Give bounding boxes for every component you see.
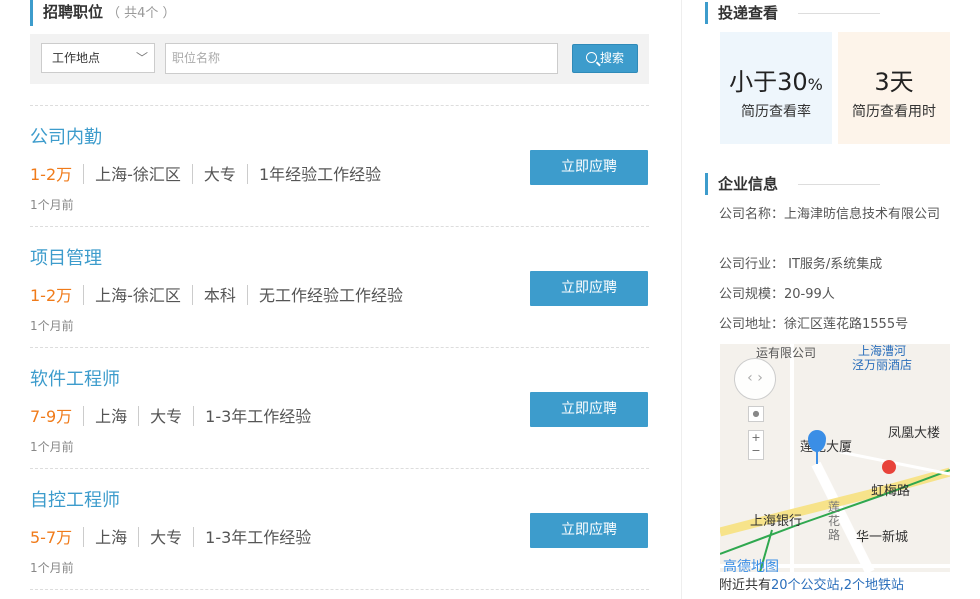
- job-count: （ 共4个 ）: [107, 6, 176, 21]
- job-location: 上海: [95, 407, 128, 426]
- job-education: 大专: [150, 407, 183, 426]
- apply-button[interactable]: 立即应聘: [530, 271, 648, 306]
- job-posted-time: 1个月前: [30, 561, 74, 575]
- map-label-company: 运有限公司: [756, 346, 817, 360]
- view-time-card: 3天 简历查看用时: [838, 32, 950, 144]
- map-label-hongmei: 虹梅路: [871, 484, 911, 499]
- zoom-control[interactable]: + −: [748, 430, 764, 460]
- apply-button[interactable]: 立即应聘: [530, 513, 648, 548]
- map-label-bank: 上海银行: [750, 514, 803, 529]
- job-title[interactable]: 项目管理: [30, 244, 102, 270]
- jobs-panel: 招聘职位（ 共4个 ） 工作地点 ﹀ 职位名称 搜索 公司内勤 1-2万 上海-徐…: [30, 0, 649, 590]
- view-rate-label: 简历查看率: [741, 104, 811, 120]
- job-education: 本科: [203, 286, 236, 305]
- apply-button[interactable]: 立即应聘: [530, 392, 648, 427]
- location-map[interactable]: ‹ › ● + − 运有限公司 上海漕河 泾万丽酒店 莲花大厦 凤凰大楼 虹梅路 …: [720, 344, 950, 572]
- map-label-road: 莲 花 路: [828, 500, 841, 542]
- nearby-transit: 附近共有20个公交站,2个地铁站: [719, 574, 904, 593]
- view-rate-value: 小于30%: [720, 62, 832, 97]
- job-item: 软件工程师 7-9万 上海 大专 1-3年工作经验 1个月前 立即应聘: [30, 348, 649, 469]
- job-experience: 无工作经验工作经验: [258, 286, 403, 305]
- job-education: 大专: [203, 165, 236, 184]
- chevron-down-icon: ﹀: [135, 51, 148, 65]
- job-title[interactable]: 软件工程师: [30, 365, 120, 391]
- job-salary: 7-9万: [30, 407, 73, 426]
- job-salary: 1-2万: [30, 286, 73, 305]
- map-marker-stem: [816, 450, 818, 464]
- job-item: 公司内勤 1-2万 上海-徐汇区 大专 1年经验工作经验 1个月前 立即应聘: [30, 106, 649, 227]
- map-label-fenghuang: 凤凰大楼: [888, 426, 941, 441]
- job-meta: 7-9万 上海 大专 1-3年工作经验: [30, 403, 311, 427]
- metro-station-icon: [882, 460, 896, 474]
- section-title-text: 招聘职位: [43, 3, 104, 21]
- column-divider: [681, 0, 682, 599]
- view-time-value: 3天: [874, 68, 914, 96]
- job-location: 上海: [95, 528, 128, 547]
- search-button[interactable]: 搜索: [572, 44, 638, 73]
- job-experience: 1-3年工作经验: [205, 407, 312, 426]
- view-rate-number: 小于30: [729, 68, 808, 96]
- location-select-value: 工作地点: [52, 51, 101, 65]
- job-meta: 1-2万 上海-徐汇区 本科 无工作经验工作经验: [30, 282, 403, 306]
- job-education: 大专: [150, 528, 183, 547]
- job-experience: 1年经验工作经验: [258, 165, 382, 184]
- locate-icon[interactable]: ●: [748, 406, 764, 422]
- position-search-input[interactable]: 职位名称: [165, 43, 558, 74]
- delivery-title-text: 投递查看: [718, 4, 779, 22]
- job-posted-time: 1个月前: [30, 319, 74, 333]
- apply-button[interactable]: 立即应聘: [530, 150, 648, 185]
- job-title[interactable]: 公司内勤: [30, 123, 102, 149]
- job-location: 上海-徐汇区: [95, 286, 181, 305]
- search-button-label: 搜索: [599, 51, 624, 65]
- map-logo: 高德地图: [723, 559, 779, 572]
- job-salary: 5-7万: [30, 528, 73, 547]
- job-experience: 1-3年工作经验: [205, 528, 312, 547]
- company-address: 公司地址：徐汇区莲花路1555号: [719, 317, 909, 332]
- job-location: 上海-徐汇区: [95, 165, 181, 184]
- job-list: 公司内勤 1-2万 上海-徐汇区 大专 1年经验工作经验 1个月前 立即应聘 项目管理…: [30, 105, 649, 590]
- job-item: 自控工程师 5-7万 上海 大专 1-3年工作经验 1个月前 立即应聘: [30, 469, 649, 590]
- view-time-label: 简历查看用时: [852, 104, 936, 120]
- job-title[interactable]: 自控工程师: [30, 486, 120, 512]
- nearby-metro[interactable]: 2个地铁站: [844, 578, 904, 593]
- job-item: 项目管理 1-2万 上海-徐汇区 本科 无工作经验工作经验 1个月前 立即应聘: [30, 227, 649, 348]
- company-size: 公司规模：20-99人: [719, 287, 835, 302]
- section-title: 招聘职位（ 共4个 ）: [30, 0, 649, 26]
- search-icon: [585, 52, 597, 63]
- map-pan-control[interactable]: ‹ ›: [734, 358, 776, 400]
- job-meta: 5-7万 上海 大专 1-3年工作经验: [30, 524, 311, 548]
- nearby-prefix: 附近共有: [719, 578, 772, 593]
- company-industry: 公司行业： IT服务/系统集成: [719, 257, 883, 272]
- view-rate-unit: %: [807, 75, 823, 94]
- job-posted-time: 1个月前: [30, 198, 74, 212]
- job-salary: 1-2万: [30, 165, 73, 184]
- view-rate-card: 小于30% 简历查看率: [720, 32, 832, 144]
- location-select[interactable]: 工作地点 ﹀: [41, 43, 155, 73]
- nearby-bus[interactable]: 20个公交站: [771, 578, 840, 593]
- map-label-hotel: 上海漕河 泾万丽酒店: [852, 344, 913, 372]
- company-name: 公司名称：上海津昉信息技术有限公司: [719, 207, 941, 222]
- search-bar: 工作地点 ﹀ 职位名称 搜索: [30, 34, 649, 84]
- company-title-text: 企业信息: [718, 175, 779, 193]
- map-label-huayi: 华一新城: [856, 530, 909, 545]
- delivery-title: 投递查看: [705, 2, 880, 24]
- job-posted-time: 1个月前: [30, 440, 74, 454]
- position-search-placeholder: 职位名称: [172, 51, 221, 65]
- company-title: 企业信息: [705, 173, 880, 195]
- job-meta: 1-2万 上海-徐汇区 大专 1年经验工作经验: [30, 161, 381, 185]
